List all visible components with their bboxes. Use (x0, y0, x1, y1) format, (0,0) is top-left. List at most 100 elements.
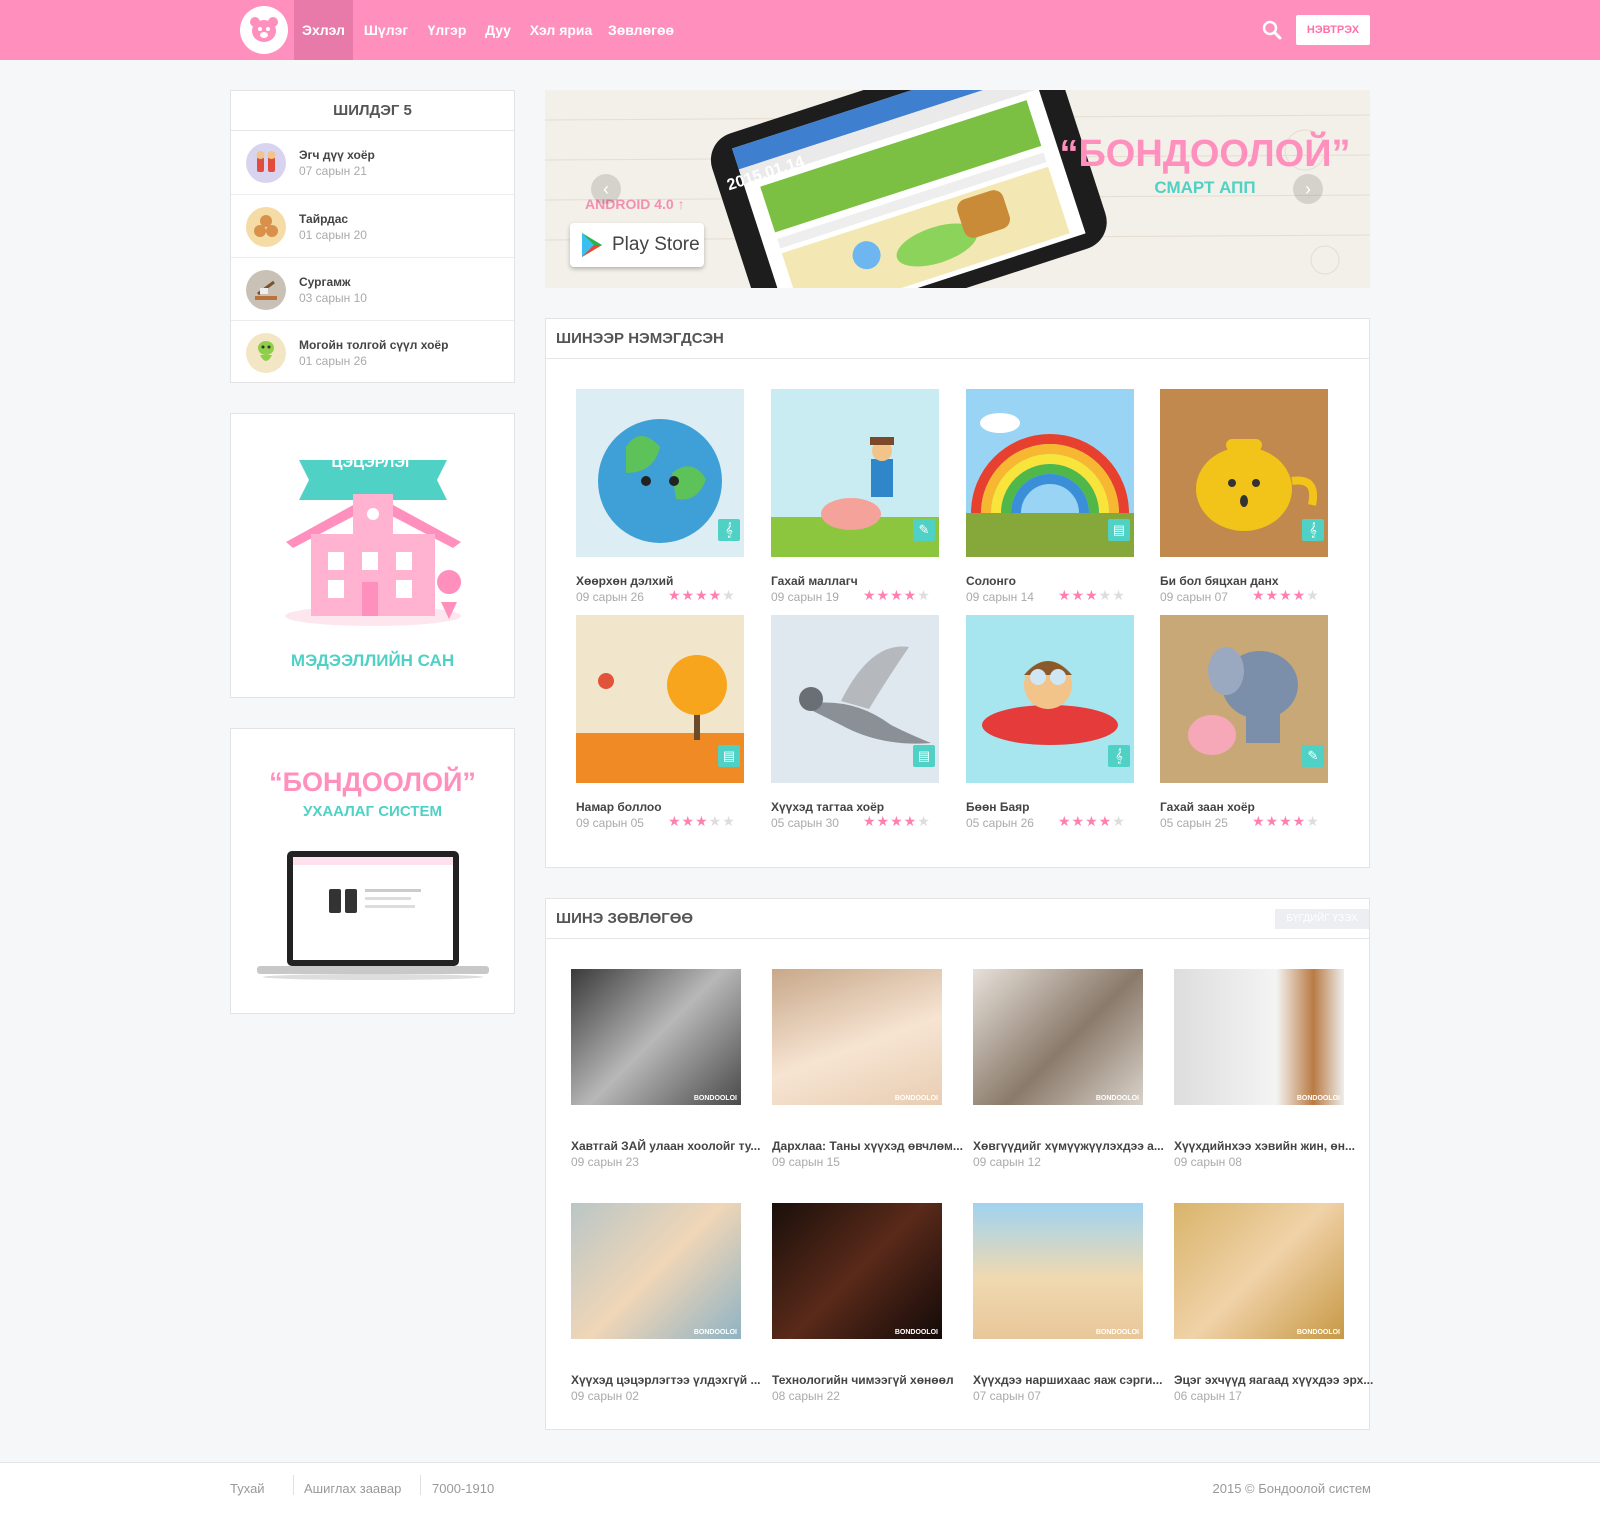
avatar (246, 333, 286, 373)
smart-system-promo[interactable]: “БОНДООЛОЙ” УХААЛАГ СИСТЕМ (230, 728, 515, 1014)
story-card-image[interactable]: 𝄞 (966, 615, 1134, 783)
avatar (246, 143, 286, 183)
story-card-image[interactable]: 𝄞 (1160, 389, 1328, 557)
promo-caption: МЭДЭЭЛЛИЙН САН (290, 651, 455, 670)
bear-logo-icon (250, 17, 278, 42)
tip-date: 09 сарын 23 (571, 1155, 639, 1169)
photo-watermark: BONDOOLOI (1095, 1329, 1139, 1336)
kindergarten-db-promo[interactable]: ЦЭЦЭРЛЭГ МЭДЭЭЛЛИЙН САН (230, 413, 515, 698)
top5-item-date: 07 сарын 21 (299, 164, 367, 178)
tips-panel: ШИНЭ ЗӨВЛӨГӨӨ БҮГДИЙГ ҮЗЭХ BONDOOLOI Хав… (545, 898, 1373, 1430)
login-button[interactable]: НЭВТРЭХ (1296, 15, 1370, 45)
story-card-title[interactable]: Гахай заан хоёр (1160, 800, 1255, 814)
tip-photo[interactable]: BONDOOLOI (973, 969, 1143, 1105)
rating-stars: ★★★★★ (863, 587, 931, 603)
tip-photo[interactable]: BONDOOLOI (772, 969, 942, 1105)
photo-watermark: BONDOOLOI (1296, 1329, 1340, 1336)
photo-watermark: BONDOOLOI (894, 1095, 938, 1102)
logo[interactable] (240, 6, 288, 54)
story-card-date: 09 сарын 26 (576, 590, 644, 604)
play-store-icon (582, 233, 602, 257)
story-card-title[interactable]: Бөөн Баяр (966, 800, 1030, 814)
banner-brand: “БОНДООЛОЙ” (1059, 133, 1351, 175)
story-card-title[interactable]: Хөөрхөн дэлхий (576, 574, 673, 588)
story-card-title[interactable]: Би бол бяцхан данх (1160, 574, 1279, 588)
nav-home[interactable]: Эхлэл (294, 0, 353, 60)
story-card-title[interactable]: Солонго (966, 574, 1016, 588)
tip-date: 08 сарын 22 (772, 1389, 840, 1403)
footer-divider (420, 1475, 421, 1495)
story-card-image[interactable]: 𝄞 (576, 389, 744, 557)
story-card-image[interactable]: ▤ (576, 615, 744, 783)
top5-item[interactable]: Могойн толгой сүүл хоёр 01 сарын 26 (231, 320, 514, 383)
footer: Тухай Ашиглах заавар 7000-1910 2015 © Бо… (0, 1462, 1600, 1519)
footer-phone: 7000-1910 (432, 1481, 495, 1496)
rating-stars: ★★★★★ (863, 813, 931, 829)
top5-item[interactable]: Тайрдас 01 сарын 20 (231, 194, 514, 257)
story-card-image[interactable]: ▤ (966, 389, 1134, 557)
story-card-date: 09 сарын 14 (966, 590, 1034, 604)
tip-photo[interactable]: BONDOOLOI (571, 969, 741, 1105)
rating-stars: ★★★★★ (1252, 587, 1320, 603)
book-icon: ▤ (913, 745, 935, 767)
story-card-title[interactable]: Намар боллоо (576, 800, 662, 814)
story-card-title[interactable]: Гахай маллагч (771, 574, 858, 588)
tip-photo[interactable]: BONDOOLOI (571, 1203, 741, 1339)
tip-photo[interactable]: BONDOOLOI (1174, 969, 1344, 1105)
music-icon: 𝄞 (718, 519, 740, 541)
top5-item-date: 03 сарын 10 (299, 291, 367, 305)
banner-next-arrow[interactable]: › (1293, 174, 1323, 204)
rating-stars: ★★★★★ (668, 813, 736, 829)
tip-title[interactable]: Дархлаа: Таны хүүхэд өвчлөм... (772, 1139, 963, 1153)
nav-tales[interactable]: Үлгэр (423, 0, 471, 60)
top5-item-title: Могойн толгой сүүл хоёр (299, 338, 449, 352)
tip-date: 09 сарын 12 (973, 1155, 1041, 1169)
story-card-date: 09 сарын 07 (1160, 590, 1228, 604)
story-card-image[interactable]: ✎ (1160, 615, 1328, 783)
nav-advice[interactable]: Зөвлөгөө (606, 0, 676, 60)
book-icon: ▤ (1108, 519, 1130, 541)
story-card-date: 05 сарын 30 (771, 816, 839, 830)
tip-photo[interactable]: BONDOOLOI (772, 1203, 942, 1339)
top5-item[interactable]: Эгч дүү хоёр 07 сарын 21 (231, 131, 514, 194)
banner-prev-arrow[interactable]: ‹ (591, 174, 621, 204)
new-section-title: ШИНЭЭР НЭМЭГДСЭН (546, 319, 1369, 359)
play-store-button[interactable]: Play Store (570, 223, 704, 267)
tip-title[interactable]: Хавтгай ЗАЙ улаан хоолойг ту... (571, 1139, 760, 1153)
tip-photo[interactable]: BONDOOLOI (1174, 1203, 1344, 1339)
nav-songs[interactable]: Дуу (481, 0, 515, 60)
story-card-image[interactable]: ✎ (771, 389, 939, 557)
tip-title[interactable]: Хөвгүүдийг хүмүүжүүлэхдээ а... (973, 1139, 1164, 1153)
top5-item-date: 01 сарын 26 (299, 354, 367, 368)
story-card-date: 05 сарын 25 (1160, 816, 1228, 830)
footer-link-guide[interactable]: Ашиглах заавар (304, 1481, 401, 1496)
nav-speech[interactable]: Хэл яриа (527, 0, 595, 60)
story-card-title[interactable]: Хүүхэд тагтаа хоёр (771, 800, 884, 814)
top5-item-title: Тайрдас (299, 212, 349, 226)
top5-item[interactable]: Сургамж 03 сарын 10 (231, 257, 514, 320)
top-navbar: Эхлэл Шүлэг Үлгэр Дуу Хэл яриа Зөвлөгөө … (0, 0, 1600, 60)
tip-title[interactable]: Технологийн чимээгүй хөнөөл (772, 1373, 954, 1387)
music-icon: 𝄞 (1108, 745, 1130, 767)
tip-title[interactable]: Хүүхэд цэцэрлэгтээ үлдэхгүй ... (571, 1373, 760, 1387)
app-banner[interactable]: 2015.01.14 “БОНДООЛОЙ” СМАРТ АПП ANDROID… (545, 90, 1370, 288)
tip-photo[interactable]: BONDOOLOI (973, 1203, 1143, 1339)
rating-stars: ★★★★★ (1252, 813, 1320, 829)
search-icon[interactable] (1262, 20, 1282, 40)
promo2-subtitle: УХААЛАГ СИСТЕМ (303, 803, 442, 820)
top5-panel: ШИЛДЭГ 5 Эгч дүү хоёр 07 сарын 21 Тайрда… (230, 90, 515, 383)
avatar (246, 207, 286, 247)
photo-watermark: BONDOOLOI (1296, 1095, 1340, 1102)
footer-link-about[interactable]: Тухай (230, 1481, 265, 1496)
music-icon: 𝄞 (1302, 519, 1324, 541)
see-all-button[interactable]: БҮГДИЙГ ҮЗЭХ (1275, 909, 1369, 929)
promo-ribbon: ЦЭЦЭРЛЭГ (331, 454, 414, 471)
tip-title[interactable]: Хүүхдийнхээ хэвийн жин, өн... (1174, 1139, 1355, 1153)
top5-item-title: Сургамж (299, 275, 351, 289)
story-card-date: 09 сарын 19 (771, 590, 839, 604)
top5-item-date: 01 сарын 20 (299, 228, 367, 242)
tip-title[interactable]: Хүүхдээ наршихаас яаж сэрги... (973, 1373, 1162, 1387)
story-card-image[interactable]: ▤ (771, 615, 939, 783)
tip-title[interactable]: Эцэг эхчүүд яагаад хүүхдээ эрх... (1174, 1373, 1373, 1387)
nav-poems[interactable]: Шүлэг (361, 0, 411, 60)
